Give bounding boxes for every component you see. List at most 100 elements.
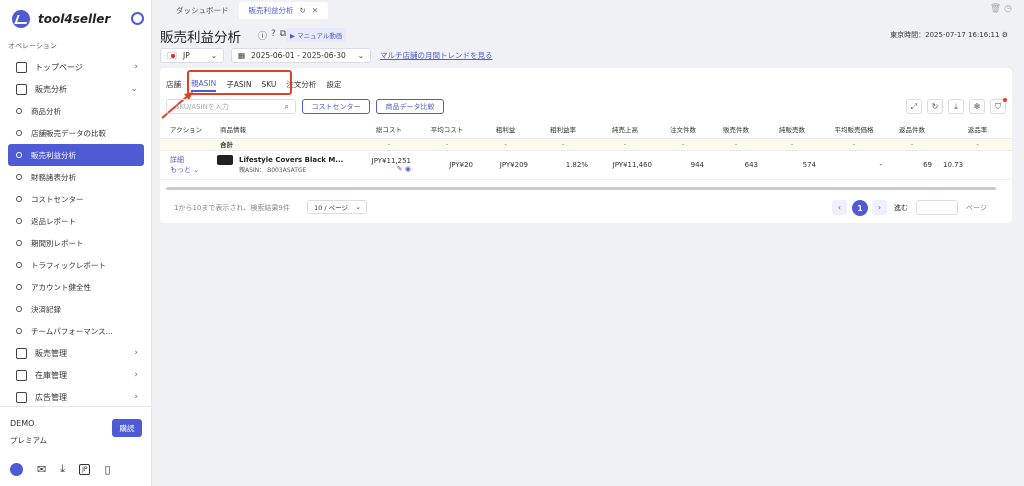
cost-center-button[interactable]: コストセンター [302,99,370,114]
table-cell: - [709,138,763,151]
units-cell: 643 [709,150,763,180]
manual-video-button[interactable]: ▶ マニュアル動画 [286,28,347,42]
column-header[interactable]: 平均販売価格 [821,121,887,139]
download-icon[interactable]: ⤓ [948,99,964,114]
sidebar-item-sales-analysis[interactable]: 販売分析 ⌄ [0,78,152,100]
sidebar-subitem-profit-analysis[interactable]: 販売利益分析 [8,144,144,166]
column-header[interactable]: 粗利益 [478,121,533,139]
help-icon[interactable]: ? [271,29,276,42]
product-compare-button[interactable]: 商品データ比較 [376,99,444,114]
tab-dashboard[interactable]: ダッシュボード [166,2,239,19]
column-header[interactable]: 平均コスト [416,121,478,139]
sidebar-subitem-traffic[interactable]: トラフィックレポート [0,254,152,276]
table-cell: - [821,138,887,151]
sidebar-subitem-team[interactable]: チームパフォーマンス... [0,320,152,342]
column-header[interactable]: 注文件数 [657,121,709,139]
sidebar-subitem-payments[interactable]: 決済記録 [0,298,152,320]
sidebar-subitem-store-compare[interactable]: 店舗販売データの比較 [0,122,152,144]
info-icon[interactable]: ⓘ [258,29,267,42]
page-size-select[interactable]: 10 / ページ ⌄ [307,200,367,214]
current-page-button[interactable]: 1 [852,200,868,216]
settings-gear-icon[interactable] [131,12,144,25]
sidebar-item-label: 在庫管理 [35,370,67,380]
sidebar-item-ads[interactable]: 広告管理 › [0,386,152,408]
search-placeholder: SKU/ASINを入力 [175,102,229,111]
view-icon[interactable]: ◉ [405,165,411,173]
more-dropdown[interactable]: もっと ⌄ [170,165,207,175]
content-card: 店舗 親ASIN 子ASIN SKU 注文分析 設定 SKU/ASINを入力 ⌕ … [160,68,1012,223]
date-range-picker[interactable]: ▦ 2025-06-01 - 2025-06-30 ⌄ [231,48,371,63]
edit-icon[interactable]: ✎ [397,165,403,173]
chevron-down-icon: ⌄ [357,51,364,60]
column-header[interactable]: 純販売数 [763,121,821,139]
table-cell: - [362,138,416,151]
column-header[interactable]: 純売上高 [593,121,657,139]
avatar[interactable] [10,462,23,476]
table-header-row: アクション 商品情報 総コスト 平均コスト 粗利益 粗利益率 純売上高 注文件数… [160,121,1012,139]
table-cell: - [533,138,593,151]
goto-page-input[interactable] [916,200,958,215]
filter-icon[interactable]: ⛉ [990,98,1007,114]
refresh-icon[interactable]: ↻ [300,6,306,15]
next-page-button[interactable]: › [872,200,887,215]
download-icon[interactable]: ⤓ [60,462,65,476]
returns-cell: 69 [887,150,937,180]
sidebar-item-label: トラフィックレポート [31,260,106,270]
trash-icon[interactable]: 🗑 [990,4,1001,14]
prev-page-button[interactable]: ‹ [832,200,847,215]
tab-settings[interactable]: 設定 [326,76,341,92]
refresh-icon[interactable]: ↻ [927,99,943,114]
sidebar-subitem-returns[interactable]: 返品レポート [0,210,152,232]
column-header[interactable]: 返品率 [937,121,1012,139]
sidebar-item-sales-mgmt[interactable]: 販売管理 › [0,342,152,364]
sidebar-subitem-account-health[interactable]: アカウント健全性 [0,276,152,298]
search-input[interactable]: SKU/ASINを入力 ⌕ [166,99,296,114]
subscribe-button[interactable]: 購読 [112,419,142,437]
table-cell: - [593,138,657,151]
jp-region-icon[interactable]: JP [79,463,91,475]
detail-link[interactable]: 詳細 [170,155,207,165]
product-cell: Lifestyle Covers Black M... 親ASIN： B003A… [212,150,362,180]
sidebar-subitem-cost-center[interactable]: コストセンター [0,188,152,210]
gear-icon[interactable]: ⚙ [1002,31,1008,39]
total-cost-value: JPY¥11,251 [371,156,411,165]
sidebar-item-label: コストセンター [31,194,84,204]
marketplace-select[interactable]: JP ⌄ [160,48,224,63]
column-header[interactable]: 返品件数 [887,121,937,139]
app-name: tool4seller [38,12,111,26]
column-header[interactable]: 販売件数 [709,121,763,139]
annotation-highlight-box [187,70,292,95]
sidebar-item-label: トップページ [35,62,83,72]
horizontal-scrollbar[interactable] [166,187,996,190]
net-units-cell: 574 [763,150,821,180]
tokyo-time-text: 東京時間：2025-07-17 16:16:11 [890,31,1000,39]
product-thumbnail[interactable] [217,155,233,165]
column-header[interactable]: 総コスト [362,121,416,139]
chevron-down-icon: ⌄ [130,84,138,94]
column-header[interactable]: 粗利益率 [533,121,593,139]
mobile-icon[interactable]: ▯ [104,463,110,476]
sidebar-subitem-financial[interactable]: 財務諸表分析 [0,166,152,188]
result-summary: 1から10まで表示され、検索結果9件 [174,204,290,212]
monthly-trend-link[interactable]: マルチ店舗の月間トレンドを見る [380,50,493,61]
sidebar-subitem-period-report[interactable]: 期間別レポート [0,232,152,254]
sidebar-subitem-product-analysis[interactable]: 商品分析 [0,100,152,122]
table-cell: - [416,138,478,151]
clock-icon[interactable]: ◷ [1004,4,1012,14]
snowflake-icon[interactable]: ✻ [969,99,985,114]
mail-icon[interactable]: ✉ [37,463,46,476]
product-name[interactable]: Lifestyle Covers Black M... [239,156,343,164]
sidebar-item-top[interactable]: トップページ › [0,56,152,78]
sidebar-item-inventory[interactable]: 在庫管理 › [0,364,152,386]
bullet-icon [16,174,22,180]
logo-icon [12,10,30,28]
search-icon[interactable]: ⌕ [285,102,289,112]
logo-row: tool4seller [12,9,144,29]
sidebar-item-label: 期間別レポート [31,238,84,248]
pagination: 1から10まで表示され、検索結果9件 10 / ページ ⌄ ‹ 1 › 進む ペー… [160,199,1012,217]
tab-bar: ダッシュボード 販売利益分析 ↻ ✕ 🗑 ◷ [152,0,1024,19]
close-icon[interactable]: ✕ [312,6,318,15]
chart-icon [16,83,27,95]
tab-profit-analysis[interactable]: 販売利益分析 ↻ ✕ [238,2,329,19]
expand-icon[interactable]: ⤢ [906,99,922,114]
